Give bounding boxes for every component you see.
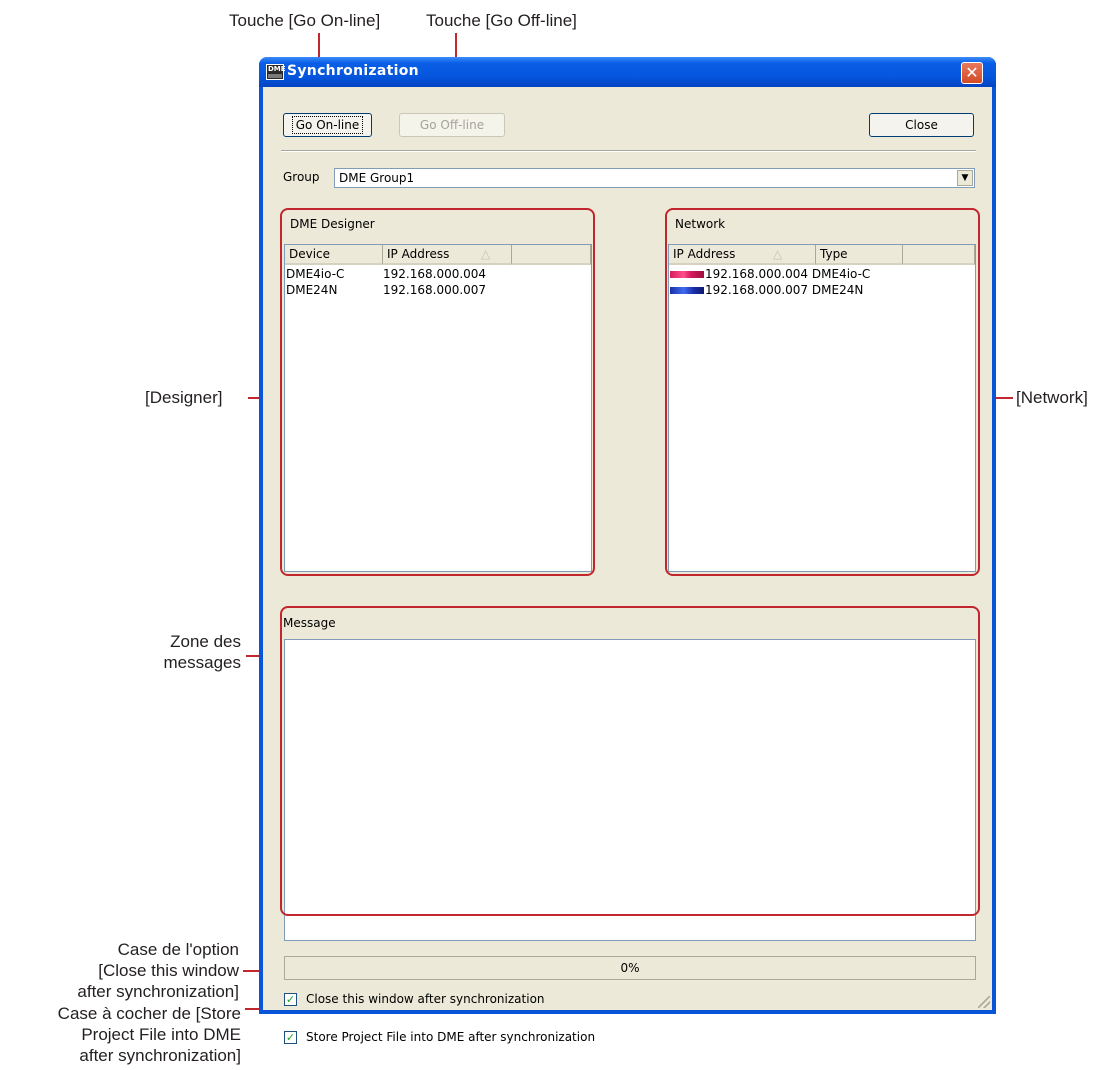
- annotation-network: [Network]: [1016, 388, 1088, 407]
- dialog-client-area: Go On-line Go Off-line Close Group DME G…: [263, 87, 992, 1044]
- annotation-store-option: Case à cocher de [Store Project File int…: [57, 1004, 241, 1065]
- group-select[interactable]: DME Group1 ▼: [334, 168, 975, 188]
- go-online-button[interactable]: Go On-line: [283, 113, 372, 137]
- title-bar[interactable]: DME Synchronization ✕: [259, 57, 996, 87]
- group-label: Group: [283, 170, 320, 184]
- window-title: Synchronization: [287, 63, 419, 79]
- designer-col-device[interactable]: Device: [285, 245, 383, 265]
- synchronization-window: DME Synchronization ✕ Go On-line Go Off-…: [259, 57, 996, 1044]
- progress-text: 0%: [620, 961, 640, 975]
- message-area[interactable]: [284, 639, 976, 941]
- list-item[interactable]: DME24N 192.168.000.007: [286, 283, 486, 297]
- close-after-sync-label[interactable]: Close this window after synchronization: [306, 992, 545, 1006]
- network-col-filler: [903, 245, 975, 265]
- designer-col-filler: [512, 245, 591, 265]
- close-button[interactable]: Close: [869, 113, 974, 137]
- toolbar-separator: [281, 150, 976, 152]
- dme4io-device-icon: [670, 271, 704, 278]
- store-project-label[interactable]: Store Project File into DME after synchr…: [306, 1030, 595, 1044]
- network-panel-title: Network: [675, 217, 726, 231]
- chevron-down-icon[interactable]: ▼: [957, 170, 973, 186]
- annotation-go-offline: Touche [Go Off-line]: [426, 11, 577, 30]
- dme24n-device-icon: [670, 287, 704, 294]
- list-item[interactable]: 192.168.000.004 DME4io-C: [670, 267, 870, 281]
- dme-app-icon: DME: [266, 64, 286, 80]
- annotation-go-online: Touche [Go On-line]: [229, 11, 381, 30]
- list-item[interactable]: 192.168.000.007 DME24N: [670, 283, 863, 297]
- annotation-designer: [Designer]: [145, 388, 223, 407]
- designer-panel-title: DME Designer: [290, 217, 375, 231]
- resize-grip-icon[interactable]: [978, 996, 990, 1008]
- annotation-close-option: Case de l'option [Close this window afte…: [77, 940, 239, 1001]
- list-item[interactable]: DME4io-C 192.168.000.004: [286, 267, 486, 281]
- close-after-sync-checkbox[interactable]: ✓: [284, 993, 297, 1006]
- network-device-list[interactable]: IP Address △ Type 192.168.000.004 DME4io…: [668, 244, 976, 572]
- sort-ascending-icon: △: [481, 247, 491, 261]
- annotation-message-area: Zone des messages: [163, 632, 241, 672]
- message-label: Message: [283, 616, 336, 630]
- close-window-icon[interactable]: ✕: [961, 62, 983, 84]
- network-col-type[interactable]: Type: [816, 245, 903, 265]
- sort-ascending-icon: △: [773, 247, 783, 261]
- progress-bar: 0%: [284, 956, 976, 980]
- designer-device-list[interactable]: Device IP Address △ DME4io-C 192.168.000.…: [284, 244, 592, 572]
- store-project-checkbox[interactable]: ✓: [284, 1031, 297, 1044]
- network-col-ip-address[interactable]: IP Address △: [669, 245, 816, 265]
- go-offline-button[interactable]: Go Off-line: [399, 113, 505, 137]
- designer-col-ip-address[interactable]: IP Address △: [383, 245, 512, 265]
